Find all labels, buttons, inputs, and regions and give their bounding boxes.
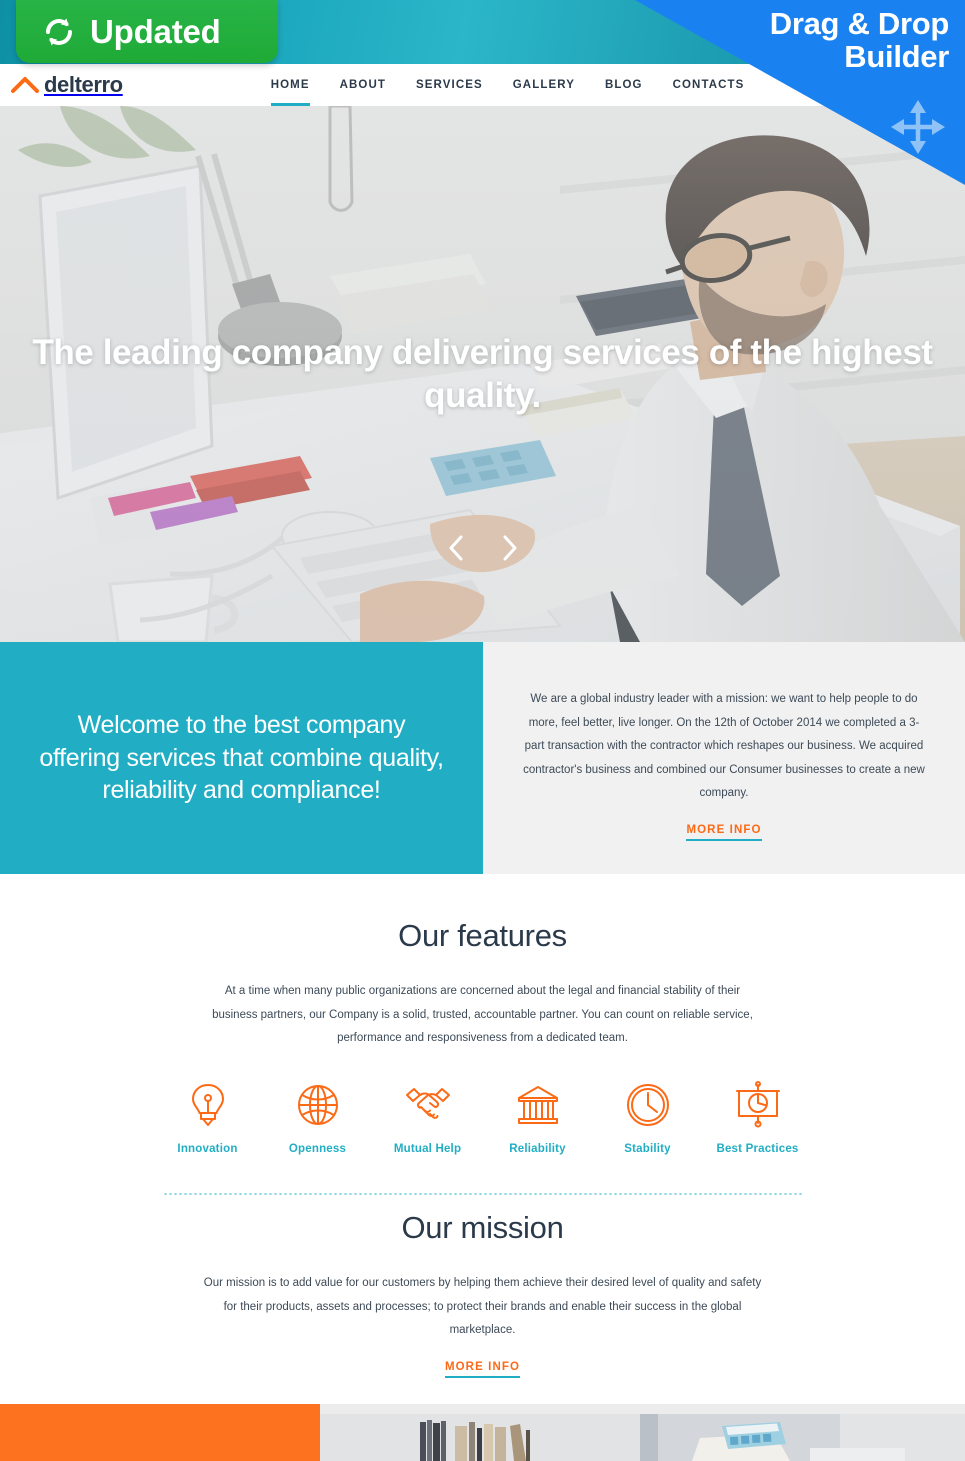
bottom-strip: [0, 1404, 965, 1461]
page-root: The leading company delivering services …: [0, 0, 965, 1461]
features-body: At a time when many public organizations…: [212, 985, 753, 1045]
welcome-body: We are a global industry leader with a m…: [523, 693, 925, 800]
chevron-right-icon[interactable]: [496, 531, 524, 565]
site-logo[interactable]: delterro: [10, 72, 123, 98]
mission-body: Our mission is to add value for our cust…: [203, 1277, 762, 1337]
welcome-more-info-link[interactable]: MORE INFO: [686, 824, 762, 841]
logo-text: delterro: [44, 72, 123, 97]
nav-item-about[interactable]: ABOUT: [340, 64, 386, 106]
nav-item-gallery[interactable]: GALLERY: [513, 64, 575, 106]
feature-label: Stability: [624, 1142, 671, 1155]
nav-item-services[interactable]: SERVICES: [416, 64, 483, 106]
updated-badge-label: Updated: [90, 12, 221, 50]
presentation-chart-icon: [735, 1080, 780, 1128]
hero-title: The leading company delivering services …: [32, 333, 933, 415]
welcome-heading-panel: Welcome to the best company offering ser…: [0, 642, 483, 874]
feature-label: Mutual Help: [393, 1142, 462, 1155]
bottom-orange-block: [0, 1404, 320, 1461]
feature-best-practices[interactable]: Best Practices: [703, 1080, 813, 1155]
nav-item-home[interactable]: HOME: [270, 64, 310, 106]
bottom-photo-books: [320, 1404, 640, 1461]
bank-columns-icon: [517, 1085, 558, 1124]
feature-reliability[interactable]: Reliability: [483, 1081, 593, 1155]
feature-openness[interactable]: Openness: [263, 1081, 373, 1155]
mission-section: Our mission Our mission is to add value …: [0, 1166, 965, 1378]
chevron-up-logo-icon: [11, 77, 39, 93]
updated-badge: Updated: [16, 0, 278, 63]
feature-innovation[interactable]: Innovation: [153, 1081, 263, 1155]
feature-label: Reliability: [509, 1142, 566, 1155]
nav-item-blog[interactable]: BLOG: [605, 64, 643, 106]
hero-slider: The leading company delivering services …: [0, 106, 965, 642]
hero-slider-controls: [0, 531, 965, 565]
feature-label: Openness: [288, 1142, 347, 1155]
mission-more-info-link[interactable]: MORE INFO: [444, 1361, 521, 1378]
main-nav: HOME ABOUT SERVICES GALLERY BLOG CONTACT…: [270, 64, 745, 106]
welcome-text-panel: We are a global industry leader with a m…: [483, 642, 965, 874]
chevron-left-icon[interactable]: [442, 531, 470, 565]
feature-label: Innovation: [177, 1142, 238, 1155]
clock-icon: [626, 1083, 669, 1126]
books-photo: [320, 1404, 640, 1461]
site-header: delterro HOME ABOUT SERVICES GALLERY BLO…: [0, 64, 965, 106]
features-list: Innovation Openness Mutual Help Reliabil…: [0, 1080, 965, 1155]
feature-stability[interactable]: Stability: [593, 1081, 703, 1155]
features-title: Our features: [398, 918, 567, 953]
welcome-section: Welcome to the best company offering ser…: [0, 642, 965, 874]
lightbulb-icon: [191, 1083, 224, 1126]
handshake-icon: [405, 1087, 450, 1119]
welcome-heading: Welcome to the best company offering ser…: [39, 711, 444, 805]
calculator-photo: [640, 1404, 965, 1461]
nav-item-contacts[interactable]: CONTACTS: [673, 64, 745, 106]
bottom-photo-calculator: [640, 1404, 965, 1461]
mission-title: Our mission: [401, 1210, 564, 1245]
globe-icon: [297, 1084, 338, 1125]
feature-mutual-help[interactable]: Mutual Help: [373, 1081, 483, 1155]
sync-refresh-icon: [46, 18, 72, 45]
features-section: Our features At a time when many public …: [0, 874, 965, 1195]
feature-label: Best Practices: [716, 1142, 799, 1155]
